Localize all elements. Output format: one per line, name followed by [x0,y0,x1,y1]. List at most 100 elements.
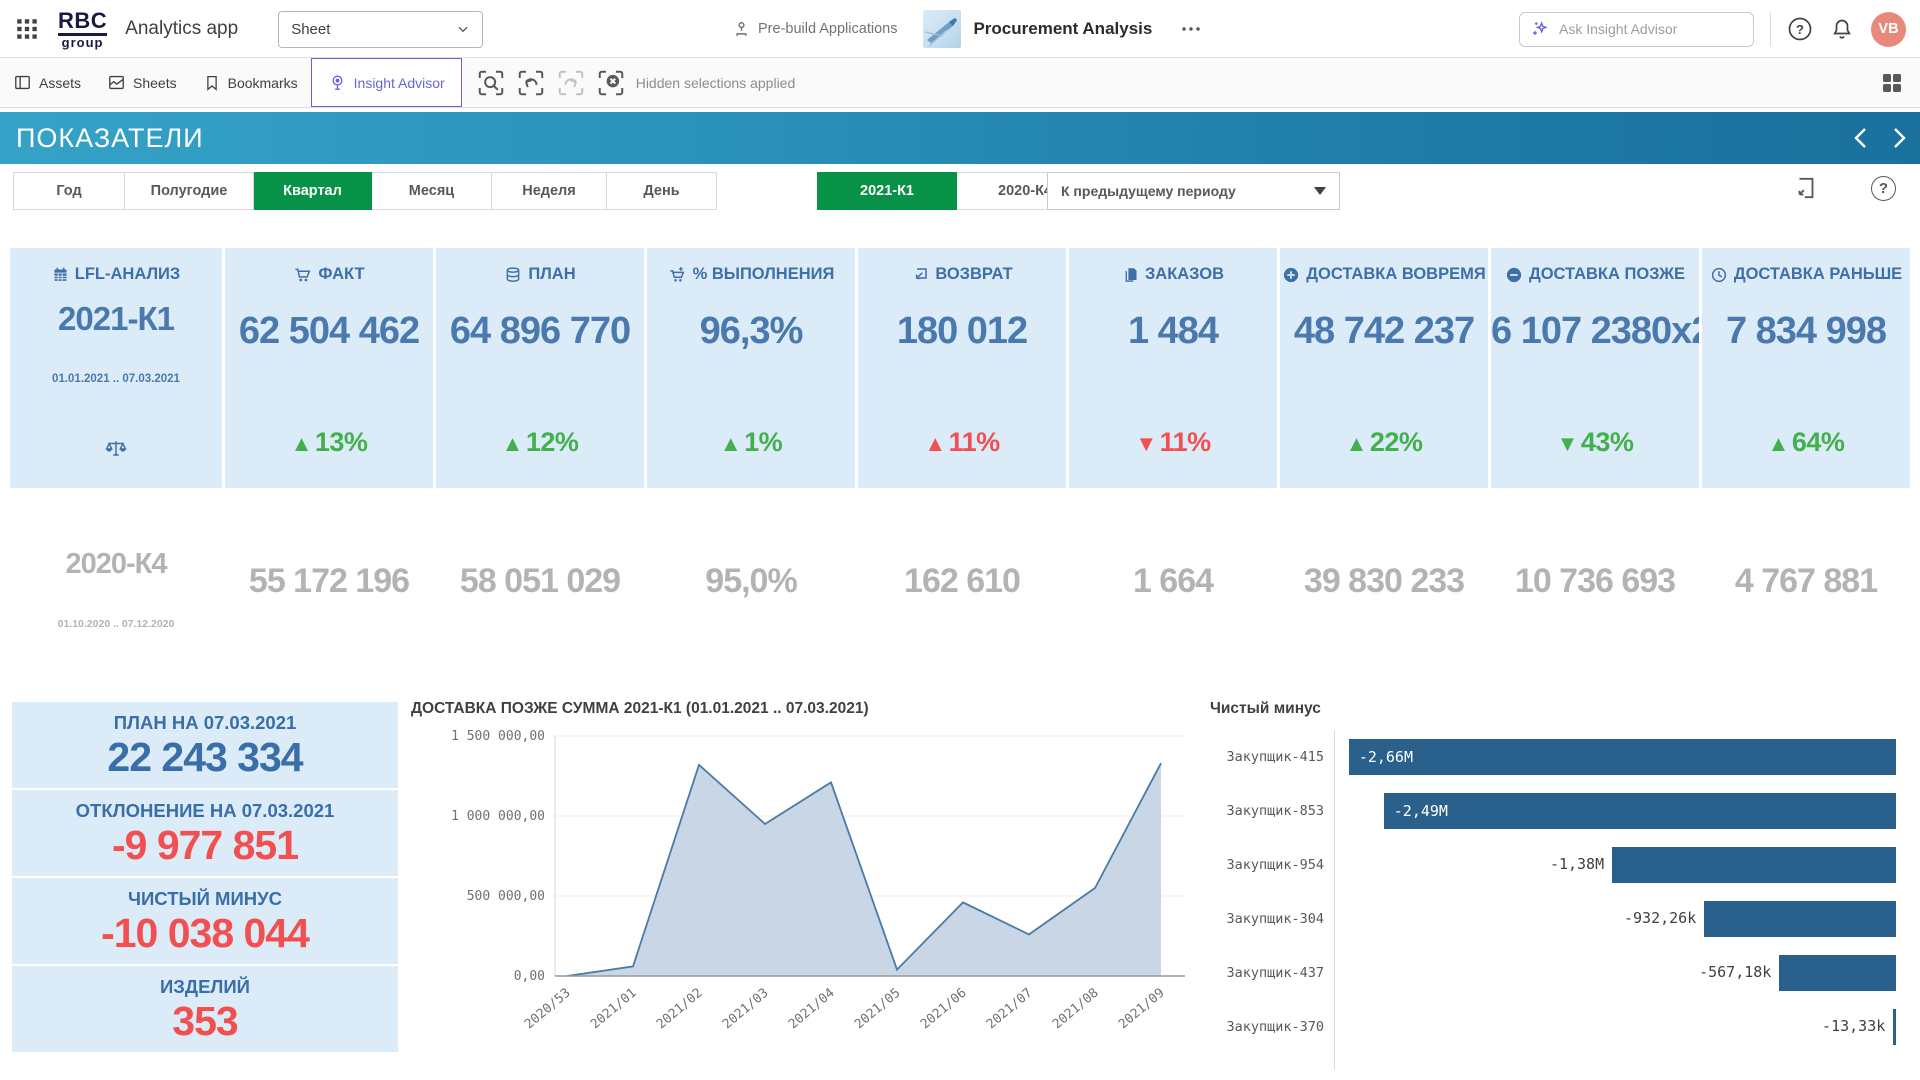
previous-period-value-cell: 1 664 [1069,540,1277,650]
sparkle-icon [1530,19,1550,39]
prebuild-applications-link[interactable]: Pre-build Applications [732,20,897,39]
help-info-button[interactable]: ? [1871,176,1896,201]
more-options-icon[interactable] [1180,25,1202,33]
bar[interactable]: -2,49M [1384,793,1896,829]
bookmark-icon [203,74,221,92]
delivery-late-area-chart[interactable]: ДОСТАВКА ПОЗЖЕ СУММА 2021-К1 (01.01.2021… [405,700,1205,1075]
app-launcher-icon[interactable] [14,16,40,42]
svg-text:2020/53: 2020/53 [522,986,574,1033]
help-button[interactable]: ? [1787,16,1813,42]
net-minus-bar-chart[interactable]: Чистый минус Закупщик-415-2,66MЗакупщик-… [1204,700,1910,1080]
area-chart-plot[interactable]: 0,00500 000,001 000 000,001 500 000,0020… [405,718,1205,1058]
filter-row: ГодПолугодиеКварталМесяцНеделяДень 2021-… [0,172,1920,210]
bar-value-label: -1,38M [1550,855,1604,873]
period-filter-button[interactable]: Полугодие [125,172,254,210]
bar[interactable] [1612,847,1896,883]
kpi-card: ПЛАН64 896 770▲12% [436,248,644,488]
next-sheet-button[interactable] [1893,127,1906,149]
previous-period-value: 10 736 693 [1491,562,1699,601]
previous-period-value: 55 172 196 [225,562,433,601]
arrow-down-icon: ▼ [1135,431,1156,456]
database-icon [504,266,522,284]
bar-row: Закупщик-415 -2,66M [1204,738,1910,776]
period-filter-button[interactable]: Месяц [372,172,492,210]
arrow-up-icon: ▲ [1346,431,1367,456]
comparison-dropdown[interactable]: К предыдущему периоду [1047,172,1340,210]
period-filter-button[interactable]: День [607,172,717,210]
lfl-date-range: 01.01.2021 .. 07.03.2021 [10,373,222,385]
apply-selections-icon[interactable] [1793,174,1819,202]
svg-text:2021/02: 2021/02 [654,986,706,1033]
svg-text:1 000 000,00: 1 000 000,00 [451,809,545,824]
quarter-filter-button[interactable]: 2021-К1 [817,172,957,210]
kpi-card: ДОСТАВКА РАНЬШЕ7 834 998▲64% [1702,248,1910,488]
smart-search-icon[interactable] [476,68,506,98]
bar[interactable] [1704,901,1896,937]
bar-chart-title: Чистый минус [1204,700,1910,718]
sheets-button[interactable]: Sheets [94,58,190,107]
bar-value-label: -2,49M [1394,802,1448,820]
sheet-selector-value: Sheet [291,21,330,38]
bar-value-label: -567,18k [1699,963,1771,981]
svg-text:2021/07: 2021/07 [984,986,1036,1033]
summary-card-value: -10 038 044 [12,910,398,957]
divider [1770,12,1771,46]
previous-period-cell: 2020-К4 01.10.2020 .. 07.12.2020 [10,540,222,650]
period-button-group: ГодПолугодиеКварталМесяцНеделяДень [13,172,717,210]
insight-advisor-icon [328,73,347,92]
kpi-card-row: LFL-АНАЛИЗ 2021-К1 01.01.2021 .. 07.03.2… [10,248,1910,488]
assets-button[interactable]: Assets [0,58,94,107]
svg-text:2021/01: 2021/01 [588,986,640,1033]
hidden-selections-status: Hidden selections applied [636,75,796,91]
arrow-up-icon: ▲ [924,431,945,456]
previous-sheet-button[interactable] [1854,127,1867,149]
search-input[interactable] [1559,21,1719,37]
kpi-value: 48 742 237 [1280,310,1488,353]
svg-text:0,00: 0,00 [514,969,545,984]
bar[interactable] [1893,1009,1896,1045]
kpi-card: ФАКТ62 504 462▲13% [225,248,433,488]
kpi-card: ЗАКАЗОВ1 484▼11% [1069,248,1277,488]
svg-text:2021/05: 2021/05 [852,986,904,1033]
cart-plus-icon [668,266,687,284]
svg-text:2021/08: 2021/08 [1050,986,1102,1033]
kpi-card: % ВЫПОЛНЕНИЯ96,3%▲1% [647,248,855,488]
period-filter-button[interactable]: Квартал [254,172,372,210]
svg-text:?: ? [1796,22,1804,37]
bar-row: Закупщик-954-1,38M [1204,846,1910,884]
bar[interactable] [1779,955,1896,991]
summary-card: ЧИСТЫЙ МИНУС-10 038 044 [12,878,398,964]
undo-icon[interactable] [516,68,546,98]
insight-advisor-search[interactable] [1519,12,1754,47]
bar-value-label: -932,26k [1624,909,1696,927]
arrow-down-icon: ▼ [1557,431,1578,456]
previous-period-value: 162 610 [858,562,1066,601]
kpi-value: 6 107 2380х2 [1491,310,1699,353]
area-chart-title: ДОСТАВКА ПОЗЖЕ СУММА 2021-К1 (01.01.2021… [405,700,1205,718]
summary-card: ИЗДЕЛИЙ353 [12,966,398,1052]
svg-text:2021/09: 2021/09 [1116,986,1168,1033]
sheet-selector[interactable]: Sheet [278,11,483,48]
insight-advisor-button[interactable]: Insight Advisor [311,58,462,107]
previous-period-value-cell: 162 610 [858,540,1066,650]
kpi-card: ДОСТАВКА ПОЗЖЕ6 107 2380х2▼43% [1491,248,1699,488]
app-thumbnail[interactable] [923,10,961,48]
previous-period-value: 58 051 029 [436,562,644,601]
notifications-button[interactable] [1829,16,1855,42]
bookmarks-button[interactable]: Bookmarks [190,58,311,107]
user-avatar[interactable]: VB [1871,12,1906,47]
previous-period-range: 01.10.2020 .. 07.12.2020 [10,618,222,630]
period-filter-button[interactable]: Год [13,172,125,210]
sheet-title-bar: ПОКАЗАТЕЛИ [0,112,1920,164]
bar-row: Закупщик-437-567,18k [1204,954,1910,992]
bar[interactable]: -2,66M [1349,739,1896,775]
chevron-down-icon [456,22,470,36]
summary-card-column: ПЛАН НА 07.03.202122 243 334ОТКЛОНЕНИЕ Н… [12,702,398,1052]
bar-category-label: Закупщик-415 [1204,749,1334,765]
kpi-delta: ▲1% [647,427,855,458]
kpi-delta: ▲11% [858,427,1066,458]
clear-selections-icon[interactable] [596,68,626,98]
previous-period-value-cell: 10 736 693 [1491,540,1699,650]
sheet-layout-icon[interactable] [1880,71,1904,95]
period-filter-button[interactable]: Неделя [492,172,607,210]
